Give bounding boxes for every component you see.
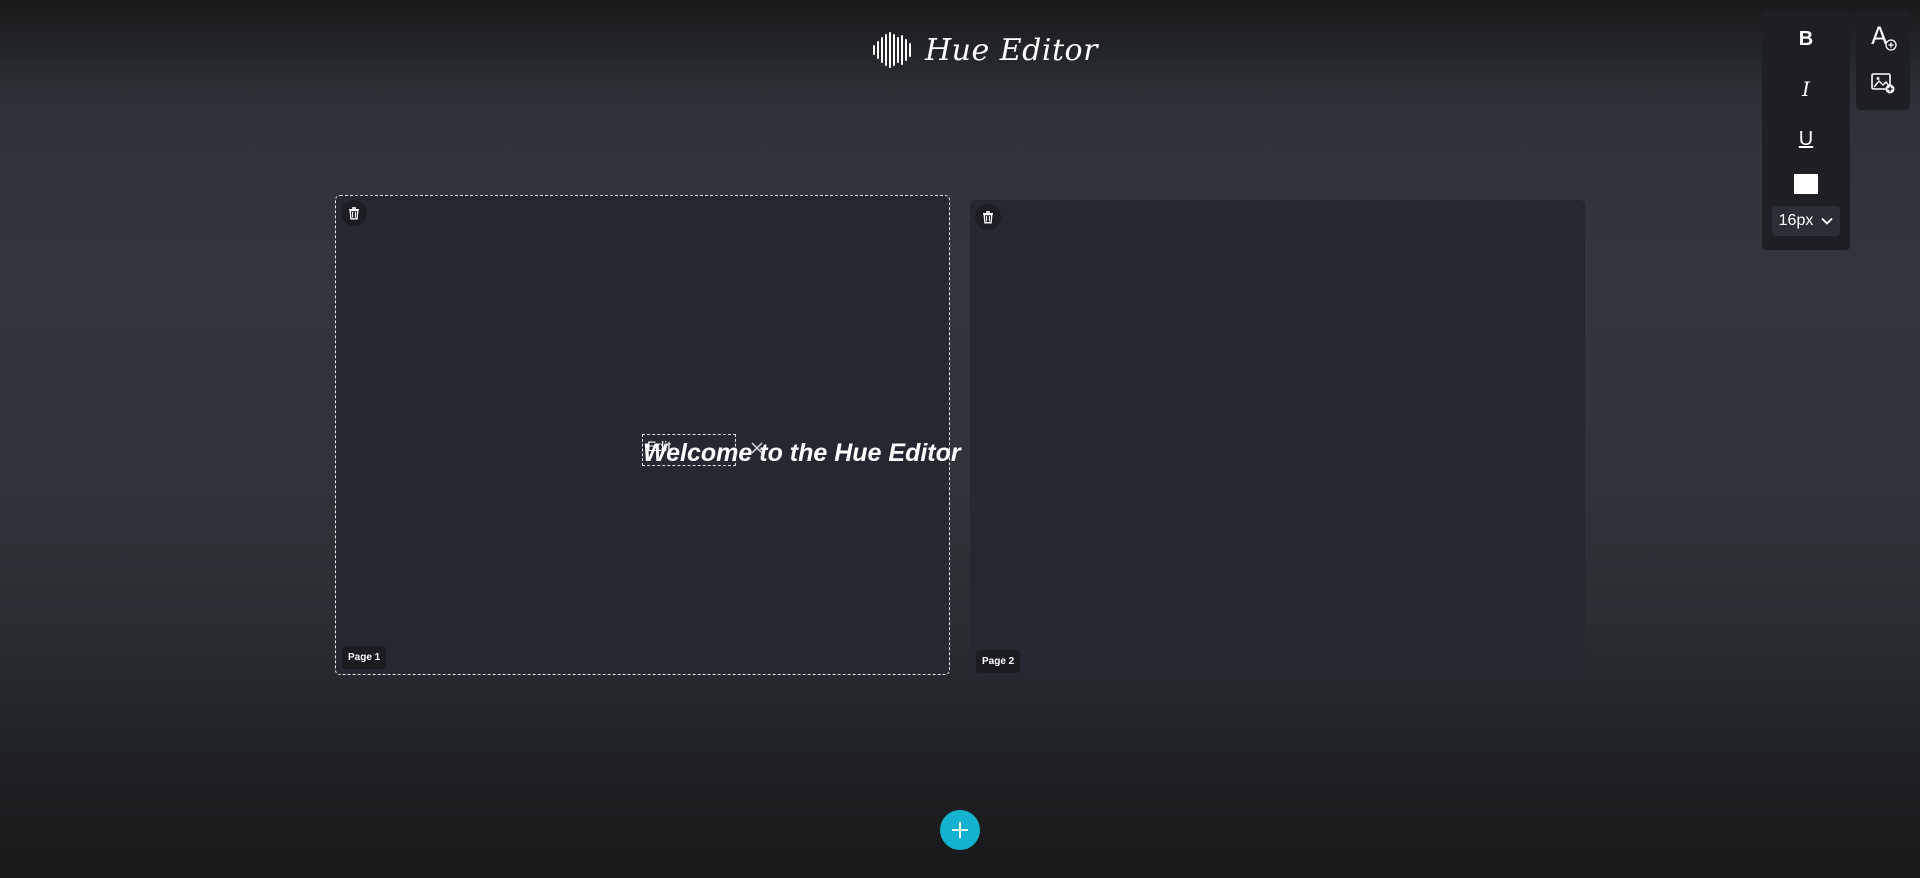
add-image-button[interactable]	[1863, 66, 1903, 100]
add-text-icon: A	[1871, 22, 1897, 51]
font-size-value: 16px	[1778, 212, 1814, 229]
page-2[interactable]: Page 2	[970, 200, 1585, 680]
format-toolbar: B I U 16px	[1762, 10, 1850, 250]
delete-page-button[interactable]	[975, 204, 1001, 230]
underline-button[interactable]: U	[1776, 114, 1836, 164]
add-text-button[interactable]: A	[1863, 20, 1903, 54]
page-label: Page 1	[342, 646, 387, 669]
italic-button[interactable]: I	[1776, 64, 1836, 114]
soundwave-icon	[873, 32, 911, 68]
close-icon[interactable]	[749, 440, 765, 456]
chevron-down-icon	[1821, 217, 1833, 225]
bold-button[interactable]: B	[1776, 14, 1836, 64]
welcome-text-element[interactable]: Welcome to the Hue Editor	[643, 439, 961, 468]
trash-icon	[349, 207, 359, 220]
font-size-select[interactable]: 16px	[1772, 206, 1840, 236]
plus-icon	[952, 822, 968, 838]
app-logo: Hue Editor	[873, 30, 1098, 70]
page-1[interactable]: Edit Welcome to the Hue Editor Page 1	[335, 195, 961, 675]
add-image-icon	[1871, 73, 1895, 94]
trash-icon	[983, 211, 993, 224]
text-color-swatch[interactable]	[1794, 174, 1818, 194]
add-page-button[interactable]	[940, 810, 980, 850]
insert-panel: A	[1856, 10, 1910, 110]
page-label: Page 2	[976, 650, 1021, 673]
app-title: Hue Editor	[925, 32, 1098, 68]
delete-page-button[interactable]	[341, 200, 367, 226]
